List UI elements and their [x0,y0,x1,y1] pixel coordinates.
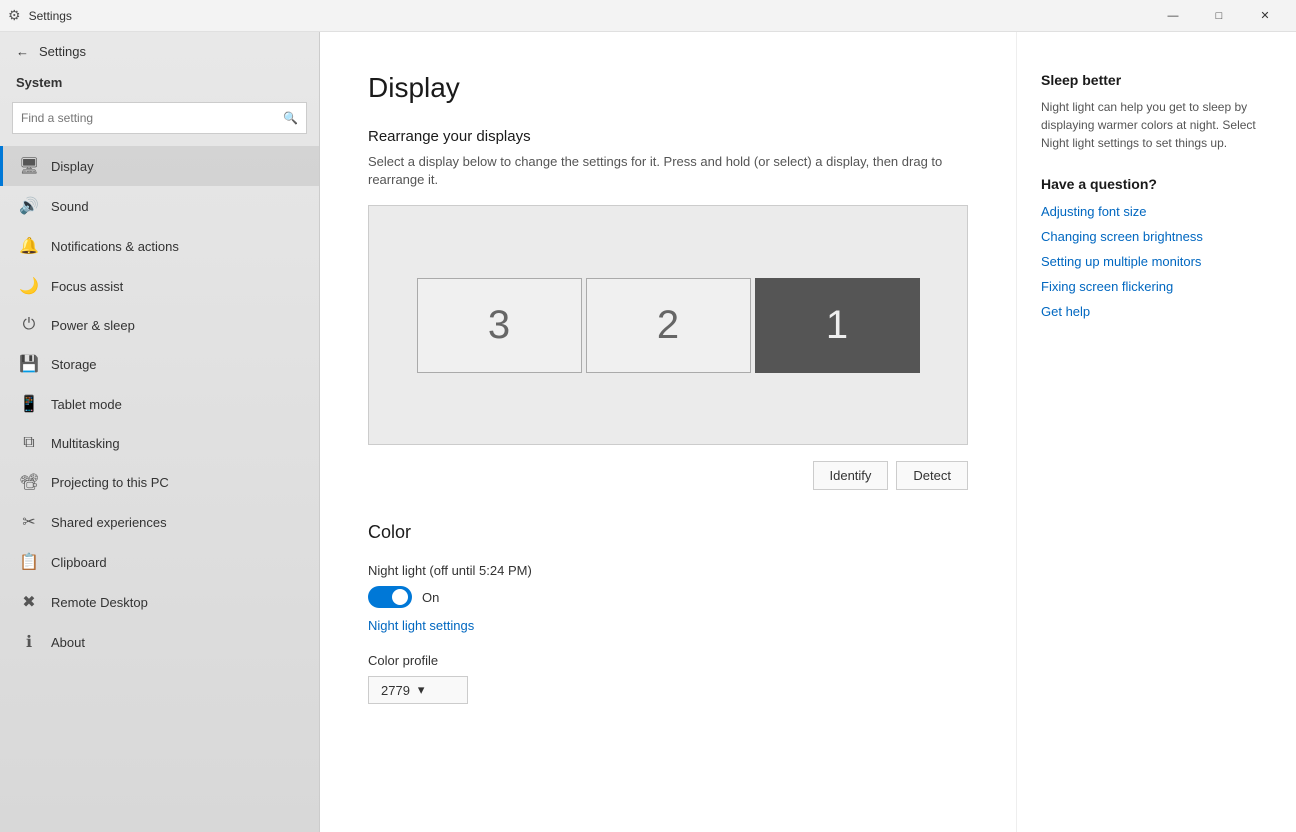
sleep-better-desc: Night light can help you get to sleep by… [1041,98,1272,152]
sidebar-item-power-sleep[interactable]: ⏻ Power & sleep [0,306,319,344]
nav-item-label: About [51,635,85,650]
back-button[interactable]: ← Settings [0,32,319,71]
panel-link[interactable]: Setting up multiple monitors [1041,254,1272,269]
sound-icon: 🔊 [19,196,39,216]
sidebar: ← Settings System 🔍 🖥 Display 🔊 Sound 🔔 … [0,32,320,832]
sidebar-nav: 🖥 Display 🔊 Sound 🔔 Notifications & acti… [0,146,319,832]
nav-item-label: Focus assist [51,279,123,294]
projecting-icon: 📽 [19,472,39,492]
search-icon: 🔍 [283,111,298,125]
sidebar-section-title: System [0,71,319,102]
sidebar-item-multitasking[interactable]: ⧉ Multitasking [0,424,319,462]
title-bar-left: ⚙ Settings [8,7,1150,24]
color-heading: Color [368,522,968,543]
display-buttons: Identify Detect [368,461,968,490]
color-profile-dropdown[interactable]: 2779 ▾ [368,676,468,704]
color-profile-label: Color profile [368,653,968,668]
page-title: Display [368,72,968,104]
right-panel: Sleep better Night light can help you ge… [1016,32,1296,832]
identify-button[interactable]: Identify [813,461,889,490]
nav-item-label: Sound [51,199,89,214]
panel-link[interactable]: Changing screen brightness [1041,229,1272,244]
nav-item-label: Power & sleep [51,318,135,333]
storage-icon: 💾 [19,354,39,374]
back-icon: ← [16,44,29,59]
shared-experiences-icon: ✂ [19,512,39,532]
nav-item-label: Projecting to this PC [51,475,169,490]
sidebar-item-sound[interactable]: 🔊 Sound [0,186,319,226]
sleep-better-title: Sleep better [1041,72,1272,88]
notifications-icon: 🔔 [19,236,39,256]
panel-link[interactable]: Get help [1041,304,1272,319]
nav-item-label: Shared experiences [51,515,167,530]
settings-icon: ⚙ [8,7,21,24]
sidebar-search-box[interactable]: 🔍 [12,102,307,134]
night-light-settings-link[interactable]: Night light settings [368,618,968,633]
power-sleep-icon: ⏻ [19,316,39,334]
night-light-toggle[interactable] [368,586,412,608]
sidebar-item-notifications[interactable]: 🔔 Notifications & actions [0,226,319,266]
sidebar-item-storage[interactable]: 💾 Storage [0,344,319,384]
color-section: Color Night light (off until 5:24 PM) On… [368,522,968,704]
title-bar: ⚙ Settings — □ ✕ [0,0,1296,32]
clipboard-icon: 📋 [19,552,39,572]
focus-assist-icon: 🌙 [19,276,39,296]
toggle-row: On [368,586,968,608]
close-button[interactable]: ✕ [1242,0,1288,32]
sidebar-item-clipboard[interactable]: 📋 Clipboard [0,542,319,582]
title-bar-controls: — □ ✕ [1150,0,1288,32]
nav-item-label: Notifications & actions [51,239,179,254]
nav-item-label: Clipboard [51,555,107,570]
toggle-label: On [422,590,439,605]
display-icon: 🖥 [19,156,39,176]
sidebar-item-display[interactable]: 🖥 Display [0,146,319,186]
detect-button[interactable]: Detect [896,461,968,490]
search-input[interactable] [21,111,283,125]
title-bar-text: Settings [29,9,72,23]
panel-link[interactable]: Adjusting font size [1041,204,1272,219]
night-light-label: Night light (off until 5:24 PM) [368,563,968,578]
tablet-mode-icon: 📱 [19,394,39,414]
nav-item-label: Display [51,159,94,174]
rearrange-desc: Select a display below to change the set… [368,153,968,189]
nav-item-label: Storage [51,357,97,372]
minimize-button[interactable]: — [1150,0,1196,32]
sidebar-item-projecting[interactable]: 📽 Projecting to this PC [0,462,319,502]
remote-desktop-icon: ✖ [19,592,39,612]
monitor-3[interactable]: 3 [417,278,582,373]
about-icon: ℹ [19,632,39,652]
nav-item-label: Tablet mode [51,397,122,412]
app-body: ← Settings System 🔍 🖥 Display 🔊 Sound 🔔 … [0,32,1296,832]
chevron-down-icon: ▾ [418,682,425,698]
monitor-2[interactable]: 2 [586,278,751,373]
sidebar-item-tablet-mode[interactable]: 📱 Tablet mode [0,384,319,424]
panel-links: Adjusting font size Changing screen brigh… [1041,204,1272,319]
sidebar-item-focus-assist[interactable]: 🌙 Focus assist [0,266,319,306]
app-name-label: Settings [39,44,86,59]
nav-item-label: Multitasking [51,436,120,451]
have-question-title: Have a question? [1041,176,1272,192]
multitasking-icon: ⧉ [19,434,39,452]
sidebar-item-shared-experiences[interactable]: ✂ Shared experiences [0,502,319,542]
sidebar-item-remote-desktop[interactable]: ✖ Remote Desktop [0,582,319,622]
monitor-1[interactable]: 1 [755,278,920,373]
maximize-button[interactable]: □ [1196,0,1242,32]
main-content: Display Rearrange your displays Select a… [320,32,1016,832]
display-area: 321 [368,205,968,445]
rearrange-title: Rearrange your displays [368,128,968,145]
color-profile-value: 2779 [381,683,410,698]
sidebar-item-about[interactable]: ℹ About [0,622,319,662]
nav-item-label: Remote Desktop [51,595,148,610]
panel-link[interactable]: Fixing screen flickering [1041,279,1272,294]
